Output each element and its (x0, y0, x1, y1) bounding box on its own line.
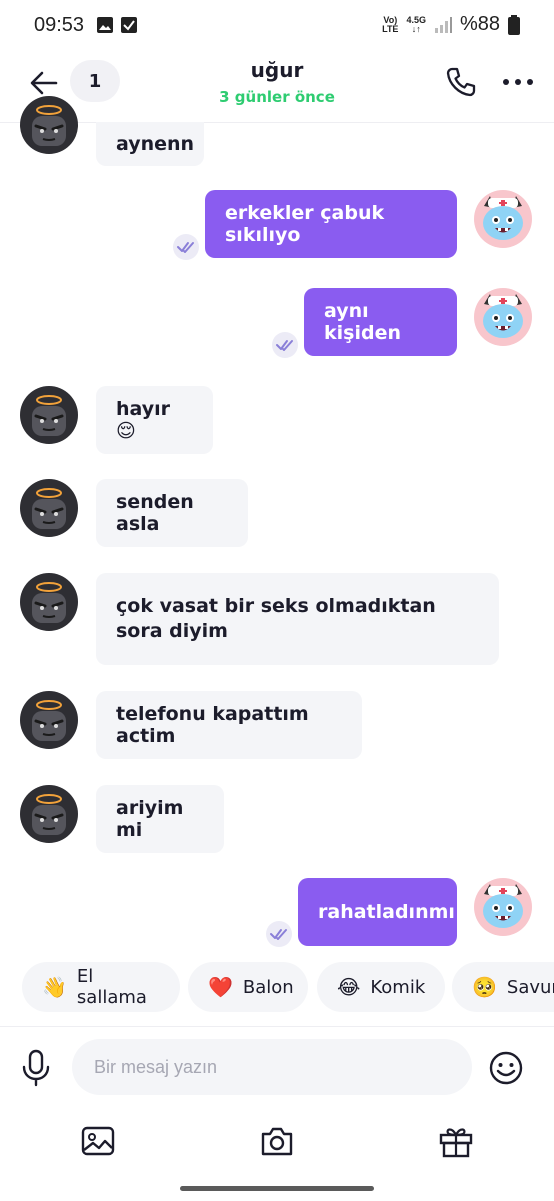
data-indicator: 4.5G ↓↑ (406, 14, 426, 34)
laughing-icon: 😂 (337, 975, 361, 999)
gift-icon[interactable] (438, 1123, 474, 1159)
contact-avatar[interactable] (20, 573, 78, 631)
message-text: erkekler çabuk sıkılıyo (225, 202, 385, 246)
chat-header: 1 uğur 3 günler önce (0, 50, 554, 123)
message-text: aynı kişiden (324, 300, 401, 344)
status-time: 09:53 (34, 14, 85, 36)
message-text: çok vasat bir seks olmadıktan sora diyim (116, 595, 436, 642)
contact-avatar[interactable] (20, 785, 78, 843)
message-outgoing[interactable]: rahatladınmı (298, 878, 457, 946)
my-avatar[interactable] (474, 878, 532, 936)
message-incoming[interactable]: senden asla (96, 479, 248, 547)
message-incoming[interactable]: çok vasat bir seks olmadıktan sora diyim (96, 573, 499, 665)
message-outgoing[interactable]: aynı kişiden (304, 288, 457, 356)
double-check-icon (272, 332, 298, 358)
my-avatar[interactable] (474, 288, 532, 346)
message-text: telefonu kapattım actim (116, 703, 309, 747)
message-incoming[interactable]: aynenn (96, 122, 204, 166)
status-right: Vo) LTE 4.5G ↓↑ %88 (382, 13, 520, 36)
phone-icon[interactable] (443, 64, 479, 100)
reaction-chip-wave[interactable]: 👋 El sallama (22, 962, 180, 1012)
contact-avatar[interactable] (20, 691, 78, 749)
more-horizontal-icon[interactable] (500, 70, 536, 94)
message-outgoing[interactable]: erkekler çabuk sıkılıyo (205, 190, 457, 258)
reaction-chip-balloon[interactable]: ❤️ Balon (188, 962, 308, 1012)
signal-icon (434, 16, 452, 33)
heart-icon: ❤️ (208, 975, 233, 999)
volte-indicator: Vo) LTE (382, 14, 399, 34)
message-text: ariyim mi (116, 797, 184, 841)
double-check-icon (173, 234, 199, 260)
battery-text: %88 (459, 13, 500, 35)
reaction-chip-funny[interactable]: 😂 Komik (317, 962, 445, 1012)
pleading-face-icon: 🥺 (472, 975, 497, 999)
my-avatar[interactable] (474, 190, 532, 248)
message-incoming[interactable]: ariyim mi (96, 785, 224, 853)
composer (0, 1026, 554, 1201)
message-text: aynenn (116, 133, 195, 155)
message-text: senden asla (116, 491, 194, 535)
chip-label: El sallama (76, 966, 147, 1008)
chip-label: Savunmasız (506, 976, 554, 998)
image-icon[interactable] (80, 1123, 116, 1159)
contact-avatar[interactable] (20, 96, 78, 154)
message-incoming[interactable]: hayır 😌 (96, 386, 213, 454)
double-check-icon (266, 921, 292, 947)
chip-label: Komik (370, 976, 426, 998)
reaction-chip-vulnerable[interactable]: 🥺 Savunmasız (452, 962, 554, 1012)
message-text: rahatladınmı (318, 901, 455, 923)
camera-icon[interactable] (259, 1123, 295, 1159)
microphone-icon[interactable] (20, 1049, 52, 1087)
checkbox-notification-icon (121, 17, 137, 33)
chip-label: Balon (242, 976, 294, 998)
message-incoming[interactable]: telefonu kapattım actim (96, 691, 362, 759)
message-input[interactable] (72, 1039, 472, 1095)
message-text: hayır 😌 (116, 398, 171, 442)
gallery-notification-icon (97, 17, 113, 33)
contact-avatar[interactable] (20, 479, 78, 537)
battery-icon (508, 14, 520, 35)
smiley-icon[interactable] (488, 1050, 524, 1086)
wave-icon: 👋 (42, 975, 67, 999)
contact-avatar[interactable] (20, 386, 78, 444)
home-indicator[interactable] (180, 1186, 374, 1191)
